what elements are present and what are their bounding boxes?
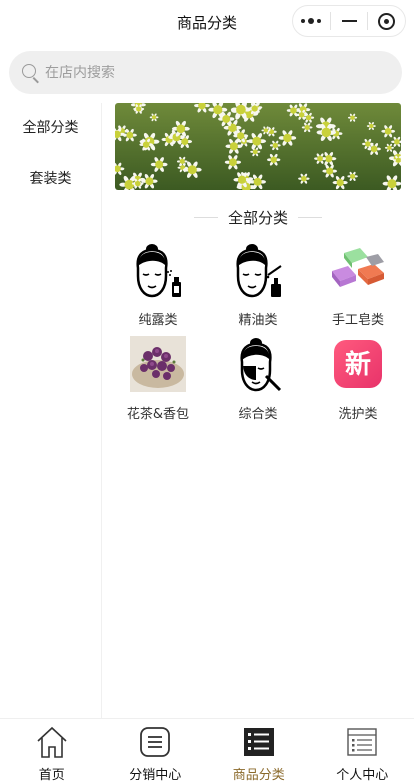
category-label: 花茶&香包 xyxy=(126,407,190,422)
category-cell-soap[interactable]: 手工皂类 xyxy=(308,242,408,330)
category-label: 手工皂类 xyxy=(331,313,384,328)
woman-face-dropper-icon xyxy=(230,242,286,298)
category-cell-comprehensive[interactable]: 综合类 xyxy=(208,336,308,424)
category-cell-wash-care[interactable]: 新 洗护类 xyxy=(308,336,408,424)
more-dots-icon xyxy=(301,18,322,24)
list-icon xyxy=(138,724,172,760)
svg-text:新: 新 xyxy=(345,349,371,380)
tab-label: 商品分类 xyxy=(232,768,285,783)
category-label: 洗护类 xyxy=(338,407,378,422)
tab-category[interactable]: 商品分类 xyxy=(207,719,311,783)
close-target-icon xyxy=(378,12,396,30)
category-label: 纯露类 xyxy=(138,313,178,328)
category-cell-hydrosol[interactable]: 纯露类 xyxy=(108,242,208,330)
category-item-sets[interactable]: 套装类 xyxy=(0,154,101,205)
category-sidebar: 全部分类 套装类 xyxy=(0,103,102,718)
minimize-button[interactable] xyxy=(331,6,368,36)
heading-line-left xyxy=(193,216,218,218)
close-button[interactable] xyxy=(368,6,405,36)
category-grid: 纯露类 精油类 手工皂类 花茶&香包 综合类 新 洗护类 xyxy=(108,242,408,424)
banner-image[interactable] xyxy=(115,103,401,190)
home-icon xyxy=(35,724,69,760)
new-badge-icon: 新 xyxy=(330,336,386,392)
heading-line-right xyxy=(298,216,322,218)
category-label: 精油类 xyxy=(238,313,278,328)
profile-icon xyxy=(345,724,379,760)
section-heading: 全部分类 xyxy=(115,206,401,228)
navigation-bar: 商品分类 xyxy=(0,0,414,44)
category-cell-essential-oil[interactable]: 精油类 xyxy=(208,242,308,330)
handmade-soap-image xyxy=(330,242,386,298)
tab-label: 首页 xyxy=(38,768,65,783)
section-title: 全部分类 xyxy=(227,208,288,227)
tab-profile[interactable]: 个人中心 xyxy=(311,719,414,783)
more-menu-button[interactable] xyxy=(293,6,330,36)
woman-face-mask-icon xyxy=(230,336,286,392)
search-bar[interactable] xyxy=(9,51,402,94)
tab-bar: 首页 分销中心 商品分类 个人中心 xyxy=(0,718,414,783)
mini-program-capsule xyxy=(292,5,406,37)
category-icon xyxy=(242,724,276,760)
search-input[interactable] xyxy=(45,64,345,81)
search-icon xyxy=(21,63,41,83)
tab-label: 分销中心 xyxy=(129,768,182,783)
category-label: 综合类 xyxy=(238,407,278,422)
category-cell-flower-tea[interactable]: 花茶&香包 xyxy=(108,336,208,424)
tab-label: 个人中心 xyxy=(336,768,389,783)
category-item-all[interactable]: 全部分类 xyxy=(0,103,101,154)
tab-home[interactable]: 首页 xyxy=(0,719,104,783)
minimize-icon xyxy=(341,20,357,22)
flower-tea-image xyxy=(130,336,186,392)
tab-distribution[interactable]: 分销中心 xyxy=(104,719,208,783)
woman-face-spray-icon xyxy=(130,242,186,298)
